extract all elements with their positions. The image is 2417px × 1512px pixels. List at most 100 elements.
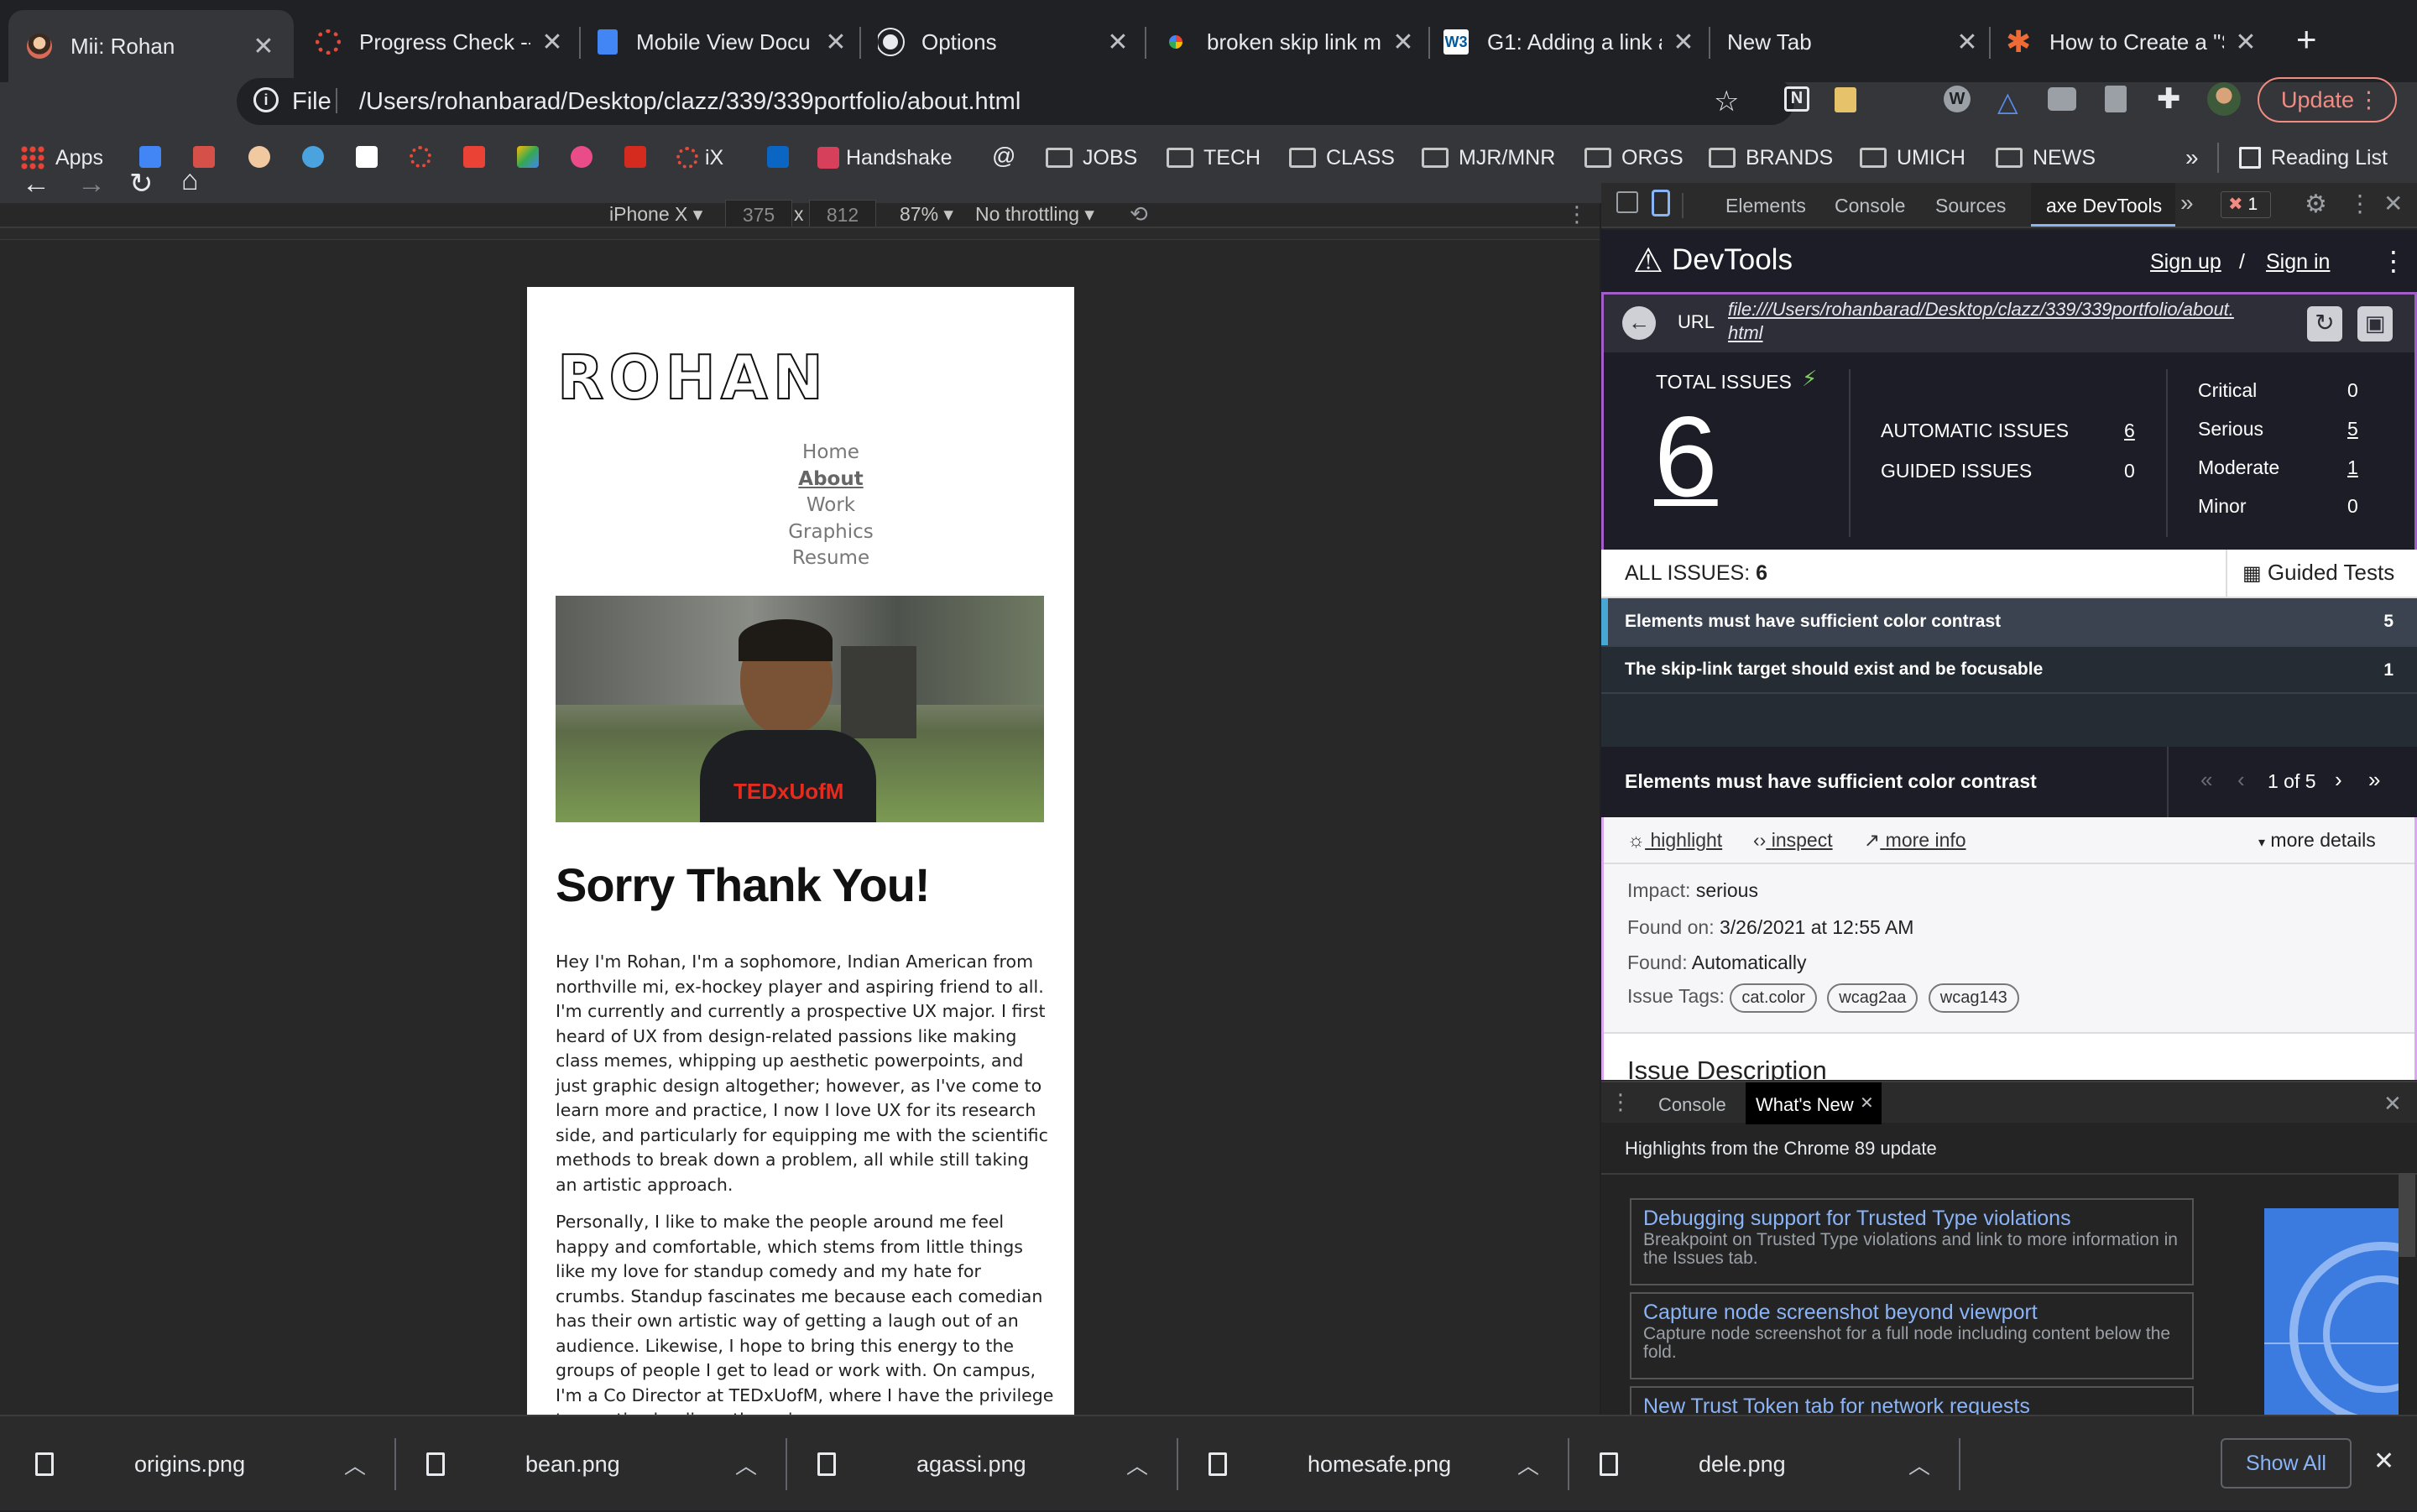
throttling-select[interactable]: No throttling ▾ xyxy=(975,203,1094,226)
chevron-up-icon[interactable]: ︿ xyxy=(1126,1449,1148,1480)
device-more-icon[interactable]: ⋮ xyxy=(1566,201,1588,227)
devtools-menu-icon[interactable]: ⋮ xyxy=(2348,190,2372,217)
scanned-url-link[interactable]: file:///Users/rohanbarad/Desktop/clazz/3… xyxy=(1728,298,2240,345)
prev-page-icon[interactable]: ‹ xyxy=(2237,767,2245,793)
close-tab-icon[interactable]: ✕ xyxy=(1860,1092,1874,1113)
gmail-bookmark-icon[interactable] xyxy=(463,146,485,168)
chevron-up-icon[interactable]: ︿ xyxy=(1908,1449,1930,1480)
notion-extension-icon[interactable]: N xyxy=(1784,86,1809,112)
tab-elements[interactable]: Elements xyxy=(1725,195,1806,217)
save-icon[interactable]: ▣ xyxy=(2357,306,2393,342)
close-tab-icon[interactable]: ✕ xyxy=(1672,28,1695,57)
tab-options[interactable]: Options ✕ xyxy=(878,12,1130,72)
error-badge[interactable]: ✖ 1 xyxy=(2221,191,2271,218)
w-extension-icon[interactable]: W xyxy=(1944,86,1971,112)
rotate-icon[interactable]: ⟲ xyxy=(1130,201,1148,227)
drawer-tab-whats-new[interactable]: What's New ✕ xyxy=(1746,1082,1882,1124)
linkedin-bookmark-icon[interactable] xyxy=(767,146,789,168)
last-page-icon[interactable]: » xyxy=(2368,767,2380,793)
devtools-overflow-icon[interactable]: » xyxy=(2180,190,2194,216)
dribbble-bookmark-icon[interactable] xyxy=(571,146,593,168)
document-extension-icon[interactable] xyxy=(2105,86,2127,112)
moderate-count[interactable]: 1 xyxy=(2347,456,2358,479)
more-info-link[interactable]: ↗ more info xyxy=(1864,829,1966,852)
tab-axe-devtools[interactable]: axe DevTools xyxy=(2031,183,2175,227)
rescan-icon[interactable]: ↻ xyxy=(2307,306,2342,342)
device-select[interactable]: iPhone X ▾ xyxy=(609,203,702,226)
close-tab-icon[interactable]: ✕ xyxy=(1106,28,1130,57)
chevron-up-icon[interactable]: ︿ xyxy=(344,1449,366,1480)
new-tab-button[interactable]: + xyxy=(2296,22,2317,57)
tab-progress-check[interactable]: Progress Check -- ✕ xyxy=(316,12,564,72)
puzzle-extensions-icon[interactable]: ✚ xyxy=(2157,82,2181,116)
nav-resume[interactable]: Resume xyxy=(527,545,1074,572)
device-toggle-icon[interactable] xyxy=(1652,190,1670,216)
profile-avatar[interactable] xyxy=(2207,82,2241,116)
clipboard-extension-icon[interactable] xyxy=(1835,87,1856,112)
chevron-up-icon[interactable]: ︿ xyxy=(735,1449,757,1480)
tab-new-tab[interactable]: New Tab ✕ xyxy=(1727,12,1979,72)
total-issues-count[interactable]: 6 xyxy=(1654,399,1718,514)
close-tab-icon[interactable]: ✕ xyxy=(1391,28,1415,57)
nav-about[interactable]: About xyxy=(527,467,1074,493)
drawer-tab-console[interactable]: Console xyxy=(1658,1094,1726,1116)
drive-bookmark-icon[interactable] xyxy=(517,146,539,168)
whats-new-card[interactable]: Debugging support for Trusted Type viola… xyxy=(1630,1198,2194,1285)
back-icon[interactable]: ← xyxy=(1622,306,1656,340)
sign-up-link[interactable]: Sign up xyxy=(2150,250,2221,274)
bookmark-folder-news[interactable]: NEWS xyxy=(1996,141,2096,175)
tab-sources[interactable]: Sources xyxy=(1935,195,2006,217)
guided-tests-button[interactable]: ▦ Guided Tests xyxy=(2242,560,2394,586)
bookmark-folder-class[interactable]: CLASS xyxy=(1289,141,1395,175)
tab-how-to-create[interactable]: ✱ How to Create a "S ✕ xyxy=(2006,12,2258,72)
close-downloads-icon[interactable]: ✕ xyxy=(2373,1447,2394,1476)
height-input[interactable]: 812 xyxy=(809,200,876,230)
close-drawer-icon[interactable]: ✕ xyxy=(2383,1091,2402,1117)
next-page-icon[interactable]: › xyxy=(2335,767,2342,793)
sign-in-link[interactable]: Sign in xyxy=(2266,250,2330,274)
inspect-link[interactable]: ‹› inspect xyxy=(1753,829,1833,852)
close-tab-icon[interactable]: ✕ xyxy=(252,32,275,61)
more-details-toggle[interactable]: ▾ more details xyxy=(2258,829,2376,852)
nav-work[interactable]: Work xyxy=(527,493,1074,519)
bookmark-handshake[interactable]: Handshake xyxy=(817,141,952,175)
first-page-icon[interactable]: « xyxy=(2200,767,2212,793)
site-logo[interactable]: ROHAN xyxy=(556,342,828,414)
close-devtools-icon[interactable]: ✕ xyxy=(2383,190,2403,217)
close-tab-icon[interactable]: ✕ xyxy=(540,28,564,57)
bookmark-icon[interactable] xyxy=(193,146,215,168)
bookmark-folder-orgs[interactable]: ORGS xyxy=(1584,141,1684,175)
bookmark-ix[interactable]: iX xyxy=(676,141,723,175)
automatic-issues-count[interactable]: 6 xyxy=(2124,420,2135,442)
download-item[interactable]: dele.png ︿ xyxy=(1564,1416,1955,1512)
nav-graphics[interactable]: Graphics xyxy=(527,519,1074,546)
canvas-bookmark-icon[interactable] xyxy=(410,146,431,168)
reading-list-button[interactable]: Reading List xyxy=(2239,141,2388,175)
download-item[interactable]: homesafe.png ︿ xyxy=(1173,1416,1564,1512)
serious-count[interactable]: 5 xyxy=(2347,418,2358,441)
bookmark-icon[interactable] xyxy=(624,146,646,168)
zoom-select[interactable]: 87% ▾ xyxy=(900,203,953,226)
bookmark-folder-tech[interactable]: TECH xyxy=(1167,141,1261,175)
close-tab-icon[interactable]: ✕ xyxy=(1955,28,1979,57)
settings-gear-icon[interactable]: ⚙ xyxy=(2305,190,2327,219)
triangle-extension-icon[interactable]: △ xyxy=(1997,86,2018,117)
info-icon[interactable]: i xyxy=(253,87,279,112)
close-tab-icon[interactable]: ✕ xyxy=(2234,28,2258,57)
tab-mii-rohan[interactable]: Mii: Rohan ✕ xyxy=(8,10,294,82)
bookmark-star-icon[interactable]: ☆ xyxy=(1714,85,1739,118)
whats-new-card[interactable]: Capture node screenshot beyond viewport … xyxy=(1630,1292,2194,1379)
update-button[interactable]: Update ⋮ xyxy=(2258,77,2397,123)
bookmark-folder-mjr-mnr[interactable]: MJR/MNR xyxy=(1422,141,1555,175)
tab-g1-adding-link[interactable]: W3 G1: Adding a link a ✕ xyxy=(1443,12,1695,72)
url-text[interactable]: /Users/rohanbarad/Desktop/clazz/339/339p… xyxy=(359,88,1021,116)
inspect-element-icon[interactable] xyxy=(1616,191,1638,213)
drawer-menu-icon[interactable]: ⋮ xyxy=(1610,1089,1631,1115)
tab-mobile-view-doc[interactable]: Mobile View Docu ✕ xyxy=(598,12,848,72)
tab-console[interactable]: Console xyxy=(1835,195,1905,217)
nav-home[interactable]: Home xyxy=(527,440,1074,467)
at-bookmark-icon[interactable]: @ xyxy=(992,143,1015,169)
download-item[interactable]: bean.png ︿ xyxy=(391,1416,782,1512)
bookmarks-overflow-button[interactable]: » xyxy=(2185,141,2199,175)
notion-bookmark-icon[interactable] xyxy=(356,146,378,168)
